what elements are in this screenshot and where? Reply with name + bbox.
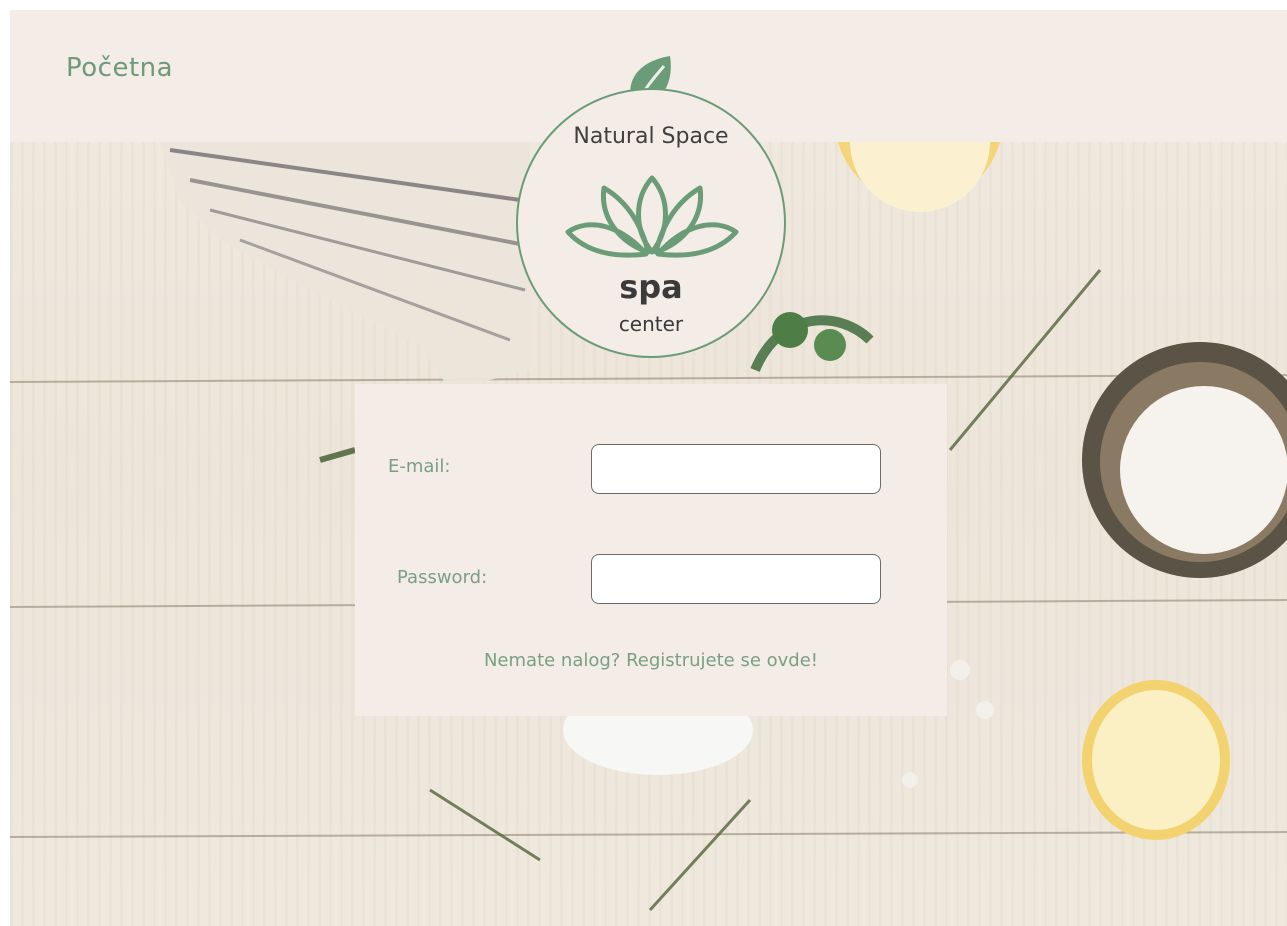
page: Početna Natural Space spa center E-mail:… [10, 10, 1287, 926]
lotus-icon [565, 175, 739, 258]
logo-title: Natural Space [573, 124, 729, 149]
register-link[interactable]: Nemate nalog? Registrujete se ovde! [355, 650, 947, 671]
password-input[interactable] [591, 554, 881, 604]
email-label: E-mail: [388, 456, 451, 477]
logo-center-text: center [618, 312, 684, 336]
login-form: E-mail: Password: Nemate nalog? Registru… [355, 384, 947, 716]
logo-spa-text: spa [619, 268, 683, 306]
nav-home-link[interactable]: Početna [66, 53, 173, 83]
password-label: Password: [397, 567, 488, 588]
logo-badge: Natural Space spa center [516, 88, 786, 358]
email-input[interactable] [591, 444, 881, 494]
